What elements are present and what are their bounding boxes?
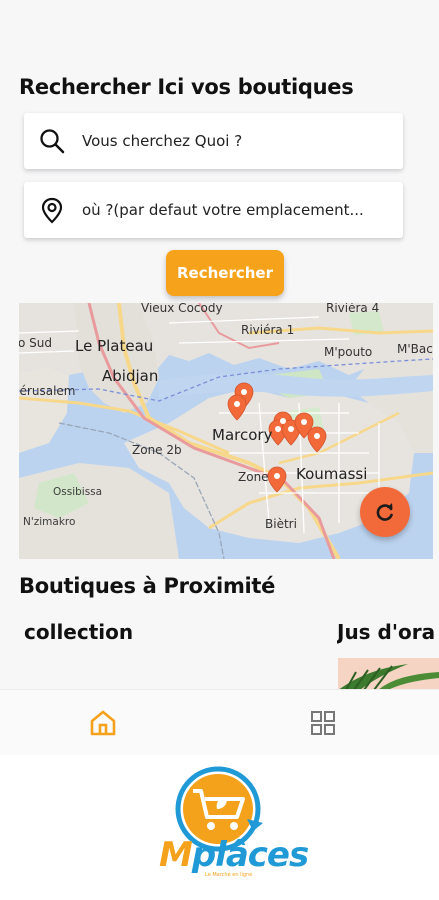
- nav-categories-button[interactable]: [308, 708, 338, 738]
- brand-wordmark-m: M: [159, 835, 193, 875]
- bottom-navigation: [0, 689, 439, 755]
- map-label-ossibissa: Ossibissa: [53, 486, 103, 498]
- map-pin: [267, 466, 287, 493]
- nav-home-button[interactable]: [88, 708, 118, 738]
- location-pin-icon: [38, 196, 66, 224]
- map-label-zone: Zone: [238, 470, 269, 484]
- map-label-mbac: M'Bac: [397, 342, 433, 356]
- map-label-abidjan: Abidjan: [102, 367, 159, 385]
- search-where-field[interactable]: [24, 182, 403, 238]
- search-where-input[interactable]: [82, 201, 403, 219]
- map-label-riviera1: Riviéra 1: [241, 323, 295, 337]
- brand-wordmark-rest: plâces: [191, 835, 309, 875]
- brand-wordmark: Mplâces: [159, 835, 309, 875]
- map-pin: [227, 394, 247, 421]
- map-label-jerusalem: Jérusalem: [19, 384, 76, 398]
- refresh-icon: [376, 503, 393, 521]
- brand-tagline: Le Marché en ligne: [205, 872, 253, 878]
- search-button[interactable]: Rechercher: [166, 250, 284, 296]
- map-label-bietri: Biètri: [265, 517, 297, 531]
- app-screen: Rechercher Ici vos boutiques Rechercher: [0, 0, 439, 900]
- home-icon: [90, 710, 116, 736]
- shop-card-title[interactable]: collection: [24, 620, 133, 644]
- map-label-sud: o Sud: [19, 336, 52, 350]
- grid-icon: [311, 711, 335, 735]
- search-icon: [38, 127, 66, 155]
- search-what-input[interactable]: [82, 132, 403, 150]
- shop-card-image[interactable]: [338, 658, 439, 690]
- map-label-mpouto: M'pouto: [324, 345, 373, 359]
- map-refresh-button[interactable]: [360, 487, 410, 537]
- map-label-koumassi: Koumassi: [296, 465, 368, 483]
- nearby-section-title: Boutiques à Proximité: [19, 574, 276, 598]
- map-label-zone2b: Zone 2b: [132, 443, 182, 457]
- search-section-title: Rechercher Ici vos boutiques: [19, 75, 354, 99]
- search-what-field[interactable]: [24, 113, 403, 169]
- map-label-marcory: Marcory: [212, 426, 273, 444]
- palm-leaf-image: [338, 658, 439, 690]
- brand-footer: Mplâces Le Marché en ligne: [0, 755, 439, 900]
- map-pin: [307, 426, 327, 453]
- map-label-nzimakro: N'zimakro: [23, 516, 76, 528]
- map-label-riviera4: Riviéra 4: [326, 303, 380, 315]
- map-label-le-plateau: Le Plateau: [75, 337, 154, 355]
- shop-card-title[interactable]: Jus d'ora: [337, 620, 439, 644]
- map-label-vieux-cocody: Vieux Cocody: [141, 303, 223, 315]
